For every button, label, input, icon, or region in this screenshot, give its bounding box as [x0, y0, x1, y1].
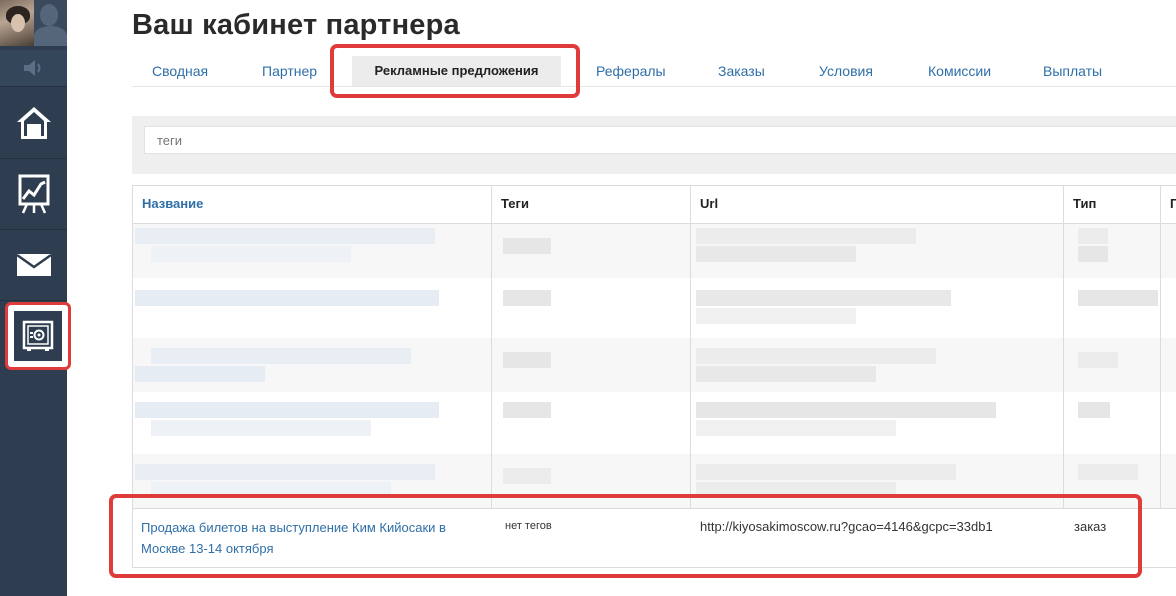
user-silhouette-icon: [34, 0, 67, 46]
table-row-redacted: [133, 338, 1176, 392]
column-header-tags: Теги: [492, 186, 691, 224]
sidebar: [0, 0, 71, 596]
search-bar: [132, 116, 1176, 174]
chart-icon: [18, 174, 49, 214]
tab-payouts[interactable]: Выплаты: [1043, 63, 1102, 79]
sidebar-item-messages[interactable]: [0, 230, 67, 301]
tags-search-input[interactable]: [144, 126, 1176, 154]
tab-commissions[interactable]: Комиссии: [928, 63, 991, 79]
sidebar-item-finance[interactable]: [5, 302, 71, 370]
page-title: Ваш кабинет партнера: [132, 9, 460, 41]
table-row-redacted: [133, 224, 1176, 278]
table-row-redacted: [133, 396, 1176, 450]
speaker-icon[interactable]: [0, 50, 67, 87]
table-row-redacted: [133, 284, 1176, 338]
tab-bar: Сводная Партнер Рекламные предложения Ре…: [132, 50, 1176, 87]
column-header-name[interactable]: Название: [133, 186, 492, 224]
tab-partner[interactable]: Партнер: [262, 63, 317, 79]
column-header-type: Тип: [1064, 186, 1161, 224]
tab-orders[interactable]: Заказы: [718, 63, 765, 79]
highlight-frame-tab: [330, 44, 580, 98]
avatar-face: [11, 14, 25, 32]
home-icon: [16, 107, 51, 139]
tab-referrals[interactable]: Рефералы: [596, 63, 666, 79]
safe-icon: [22, 320, 54, 351]
tab-terms[interactable]: Условия: [819, 63, 873, 79]
sidebar-item-home[interactable]: [0, 88, 67, 159]
sidebar-item-statistics[interactable]: [0, 159, 67, 230]
highlight-frame-row: [109, 494, 1142, 578]
column-header-url: Url: [691, 186, 1064, 224]
avatar[interactable]: [0, 0, 34, 46]
tab-summary[interactable]: Сводная: [152, 63, 208, 79]
column-header-more: П: [1161, 186, 1176, 224]
mail-icon: [15, 253, 52, 276]
